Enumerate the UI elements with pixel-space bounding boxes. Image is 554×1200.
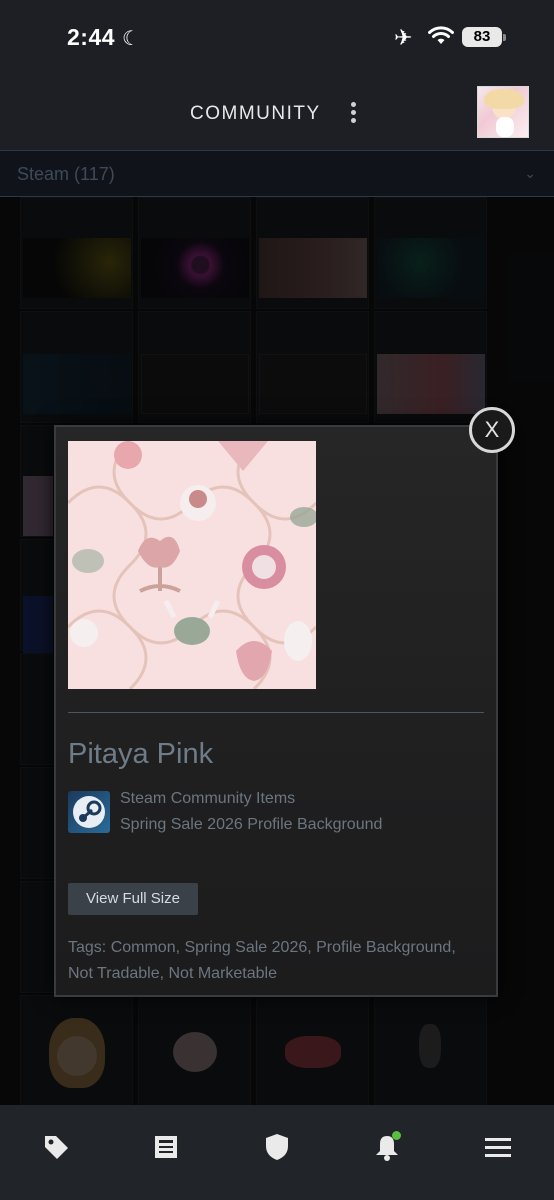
airplane-icon: ✈ (394, 25, 413, 50)
view-full-size-button[interactable]: View Full Size (68, 883, 198, 915)
status-bar: 2:44 ☾ ✈ 83 (0, 0, 554, 76)
nav-news[interactable] (146, 1129, 186, 1169)
nav-notifications[interactable] (367, 1129, 407, 1169)
more-options-icon[interactable] (343, 100, 363, 126)
avatar[interactable] (477, 86, 529, 138)
item-preview-image[interactable] (68, 441, 316, 689)
bottom-nav (0, 1105, 554, 1200)
nav-store[interactable] (36, 1129, 76, 1169)
app-root: 2:44 ☾ ✈ 83 COMMUNITY Steam (117) ⌄ Pita… (0, 0, 554, 1200)
nav-menu[interactable] (478, 1129, 518, 1169)
close-button[interactable]: X (469, 407, 515, 453)
notification-dot (392, 1131, 401, 1140)
steam-logo-icon (68, 791, 110, 833)
chevron-down-icon: ⌄ (524, 165, 536, 181)
page-title: COMMUNITY (190, 103, 321, 124)
nav-guard[interactable] (257, 1129, 297, 1169)
item-details-modal: Pitaya Pink Steam Community Items Spring… (54, 425, 498, 997)
wifi-icon (428, 26, 454, 51)
battery-indicator: 83 (462, 27, 506, 47)
top-bar: COMMUNITY (0, 76, 554, 150)
tag-icon (42, 1133, 70, 1166)
item-type: Spring Sale 2026 Profile Background (120, 816, 383, 833)
item-tags: Tags: Common, Spring Sale 2026, Profile … (68, 939, 456, 982)
menu-icon (484, 1136, 512, 1163)
moon-icon: ☾ (122, 28, 140, 50)
inventory-filter-dropdown[interactable]: Steam (117) ⌄ (0, 150, 554, 197)
shield-icon (264, 1133, 290, 1166)
status-time: 2:44 (67, 24, 116, 50)
item-name: Pitaya Pink (68, 738, 214, 770)
news-icon (153, 1134, 179, 1165)
filter-label: Steam (117) (17, 164, 115, 184)
modal-divider (68, 712, 484, 713)
item-game: Steam Community Items (120, 790, 296, 807)
